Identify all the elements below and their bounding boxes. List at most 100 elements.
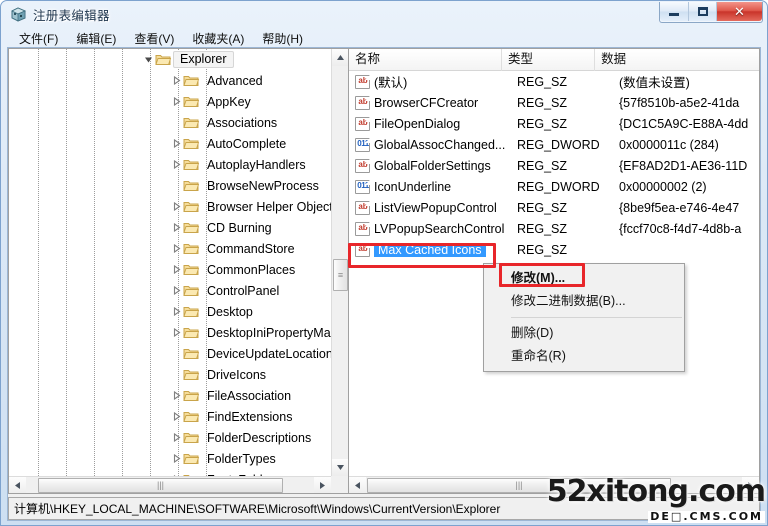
table-row[interactable]: ab (默认) REG_SZ (数值未设置): [349, 71, 759, 92]
chevron-right-icon[interactable]: [171, 306, 182, 317]
registry-key-tree[interactable]: Explorer Advanced AppKey Associations AutoCo…: [8, 48, 348, 494]
tree-scroll-up-button[interactable]: [332, 49, 348, 66]
table-row[interactable]: ab FileOpenDialog REG_SZ {DC1C5A9C-E88A-4dd: [349, 113, 759, 134]
table-row[interactable]: ab GlobalFolderSettings REG_SZ {EF8AD2D1-AE…: [349, 155, 759, 176]
list-scroll-right-button[interactable]: [742, 477, 759, 493]
ctx-delete[interactable]: 删除(D): [484, 322, 684, 345]
tree-item-findextensions[interactable]: FindExtensions: [9, 406, 331, 427]
folder-icon: [183, 262, 200, 277]
value-type-cell: REG_DWORD: [517, 137, 600, 152]
tree-item-commandstore[interactable]: CommandStore: [9, 238, 331, 259]
folder-icon: [183, 157, 200, 172]
chevron-right-icon[interactable]: [171, 243, 182, 254]
tree-item-foldertypes[interactable]: FolderTypes: [9, 448, 331, 469]
folder-icon: [183, 178, 200, 193]
value-context-menu[interactable]: 修改(M)... 修改二进制数据(B)... 删除(D) 重命名(R): [483, 263, 685, 372]
menu-file[interactable]: 文件(F): [10, 29, 67, 49]
chevron-right-icon[interactable]: [171, 159, 182, 170]
tree-scroll-left-button[interactable]: [9, 477, 26, 493]
tree-horizontal-scrollbar[interactable]: |||: [9, 476, 331, 493]
tree-horizontal-scrollbar-thumb[interactable]: |||: [38, 478, 283, 493]
tree-scroll-down-button[interactable]: [332, 459, 348, 476]
tree-item-folderdescriptions[interactable]: FolderDescriptions: [9, 427, 331, 448]
tree-item-label: FolderDescriptions: [207, 430, 312, 445]
tree-item-explorer[interactable]: Explorer: [9, 49, 331, 70]
maximize-button[interactable]: [688, 2, 716, 21]
chevron-right-icon[interactable]: [171, 390, 182, 401]
value-icon-cell: 011: [352, 137, 372, 152]
tree-item-cd-burning[interactable]: CD Burning: [9, 217, 331, 238]
tree-item-fileassociation[interactable]: FileAssociation: [9, 385, 331, 406]
column-header-data[interactable]: 数据: [595, 49, 759, 71]
tree-item-browser-helper-objects[interactable]: Browser Helper Objects: [9, 196, 331, 217]
chevron-right-icon[interactable]: [171, 285, 182, 296]
table-row[interactable]: 011 IconUnderline REG_DWORD 0x00000002 (2): [349, 176, 759, 197]
tree-item-associations[interactable]: Associations: [9, 112, 331, 133]
value-type-cell: REG_SZ: [517, 242, 568, 257]
close-button[interactable]: ✕: [716, 2, 762, 21]
tree-item-advanced[interactable]: Advanced: [9, 70, 331, 91]
chevron-right-icon[interactable]: [171, 411, 182, 422]
chevron-right-icon[interactable]: [171, 327, 182, 338]
tree-item-desktopinipropertymap[interactable]: DesktopIniPropertyMap: [9, 322, 331, 343]
chevron-right-icon[interactable]: [171, 453, 182, 464]
folder-icon: [183, 388, 200, 403]
column-header-name[interactable]: 名称: [349, 49, 503, 71]
list-column-headers: 名称 类型 数据: [349, 49, 759, 71]
scrollbar-grip-icon: |||: [515, 480, 523, 490]
chevron-down-icon[interactable]: [143, 54, 154, 65]
tree-item-driveicons[interactable]: DriveIcons: [9, 364, 331, 385]
value-name-cell: BrowserCFCreator: [372, 96, 517, 110]
table-row[interactable]: ab BrowserCFCreator REG_SZ {57f8510b-a5e2-4…: [349, 92, 759, 113]
ctx-modify-binary[interactable]: 修改二进制数据(B)...: [484, 290, 684, 313]
menu-edit[interactable]: 编辑(E): [67, 29, 125, 49]
chevron-right-icon[interactable]: [171, 201, 182, 212]
tree-item-autocomplete[interactable]: AutoComplete: [9, 133, 331, 154]
value-name-cell: IconUnderline: [372, 180, 517, 194]
folder-icon: [155, 52, 172, 67]
folder-icon: [183, 346, 200, 361]
ctx-rename[interactable]: 重命名(R): [484, 345, 684, 368]
chevron-right-icon[interactable]: [171, 75, 182, 86]
value-icon-cell: ab: [352, 95, 372, 110]
list-horizontal-scrollbar[interactable]: |||: [349, 476, 759, 493]
value-data-cell: {57f8510b-a5e2-41da: [619, 95, 740, 110]
tree-item-label: DeviceUpdateLocations: [207, 346, 331, 361]
tree-item-fontsfolder[interactable]: FontsFolder: [9, 469, 331, 476]
tree-item-commonplaces[interactable]: CommonPlaces: [9, 259, 331, 280]
tree-vertical-scrollbar-thumb[interactable]: ≡: [333, 259, 348, 291]
chevron-right-icon[interactable]: [171, 96, 182, 107]
tree-item-controlpanel[interactable]: ControlPanel: [9, 280, 331, 301]
table-row[interactable]: ab Max Cached Icons REG_SZ: [349, 239, 759, 260]
tree-vertical-scrollbar[interactable]: ≡: [331, 49, 348, 476]
tree-item-deviceupdatelocations[interactable]: DeviceUpdateLocations: [9, 343, 331, 364]
dword-value-icon: 011: [354, 179, 370, 194]
chevron-right-icon[interactable]: [171, 138, 182, 149]
chevron-right-icon[interactable]: [171, 264, 182, 275]
table-row[interactable]: 011 GlobalAssocChanged... REG_DWORD 0x00000…: [349, 134, 759, 155]
tree-item-desktop[interactable]: Desktop: [9, 301, 331, 322]
folder-icon: [183, 304, 200, 319]
table-row[interactable]: ab LVPopupSearchControl REG_SZ {fccf70c8-f4…: [349, 218, 759, 239]
value-type-cell: REG_SZ: [517, 158, 568, 173]
folder-icon: [183, 451, 200, 466]
table-row[interactable]: ab ListViewPopupControl REG_SZ {8be9f5ea-e7…: [349, 197, 759, 218]
column-header-type[interactable]: 类型: [502, 49, 596, 71]
tree-item-browsenewprocess[interactable]: BrowseNewProcess: [9, 175, 331, 196]
chevron-right-icon[interactable]: [171, 222, 182, 233]
context-menu-separator: [511, 317, 682, 318]
chevron-right-icon[interactable]: [171, 432, 182, 443]
list-horizontal-scrollbar-thumb[interactable]: |||: [367, 478, 671, 493]
list-scroll-left-button[interactable]: [349, 477, 366, 493]
menu-help[interactable]: 帮助(H): [253, 29, 312, 49]
menu-view[interactable]: 查看(V): [125, 29, 183, 49]
tree-scroll-right-button[interactable]: [314, 477, 331, 493]
folder-icon: [183, 409, 200, 424]
minimize-button[interactable]: [660, 2, 688, 21]
tree-item-autoplayhandlers[interactable]: AutoplayHandlers: [9, 154, 331, 175]
menu-favorites[interactable]: 收藏夹(A): [183, 29, 253, 49]
ctx-modify[interactable]: 修改(M)...: [484, 267, 684, 290]
tree-item-appkey[interactable]: AppKey: [9, 91, 331, 112]
tree-item-label: DriveIcons: [207, 367, 267, 382]
